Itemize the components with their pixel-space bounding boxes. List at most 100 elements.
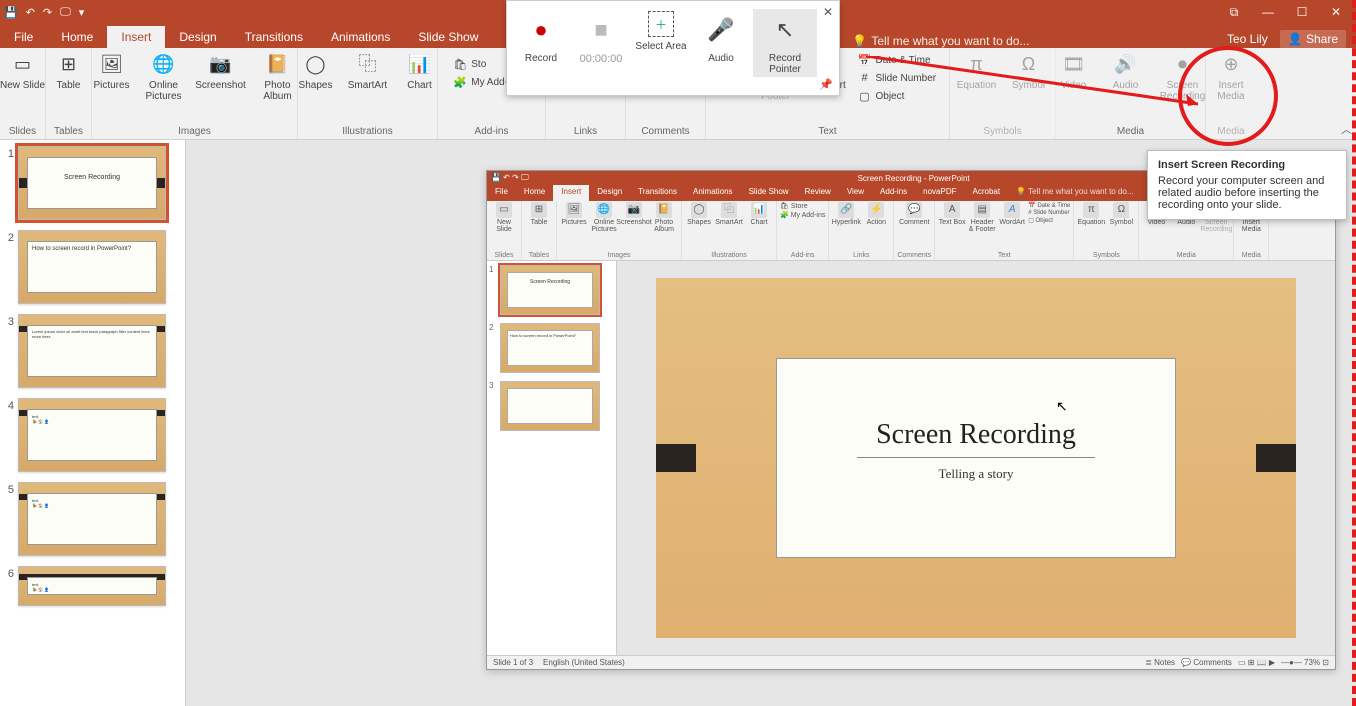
inner-tab-acrobat[interactable]: Acrobat <box>965 185 1009 201</box>
slide-thumbnail-2[interactable]: How to screen record in PowerPoint? <box>18 230 166 304</box>
online-pictures-button[interactable]: 🌐Online Pictures <box>140 52 188 102</box>
inner-window-title: Screen Recording - PowerPoint <box>858 174 970 183</box>
slide-thumbnail-6[interactable]: text🦆 🏠 👤 <box>18 566 166 606</box>
thumb-num: 6 <box>4 566 14 580</box>
insert-media-button[interactable]: ⊕Insert Media <box>1207 52 1255 102</box>
group-images-label: Images <box>98 126 291 139</box>
group-media-label: Media <box>1062 126 1199 139</box>
tab-slide-show[interactable]: Slide Show <box>404 26 492 48</box>
redo-icon[interactable]: ↷ <box>43 6 52 19</box>
inner-tab-slideshow[interactable]: Slide Show <box>741 185 797 201</box>
inner-thumbnail-pane[interactable]: 1Screen Recording 2How to screen record … <box>487 261 617 655</box>
audio-button[interactable]: 🔊Audio <box>1102 52 1150 91</box>
ribbon-display-options-icon[interactable]: ⧉ <box>1218 2 1250 22</box>
rec-pin-icon[interactable]: 📌 <box>819 78 833 91</box>
collapse-ribbon-icon[interactable]: ︿ <box>1341 121 1352 137</box>
inner-tab-view[interactable]: View <box>839 185 872 201</box>
inner-thumb-2[interactable]: How to screen record in PowerPoint? <box>500 323 600 373</box>
slide-title: Screen Recording <box>777 359 1175 451</box>
rec-timer: 00:00:00 <box>580 53 623 65</box>
inner-tab-home[interactable]: Home <box>516 185 553 201</box>
inner-slide-canvas[interactable]: Screen Recording Telling a story ↖ <box>617 261 1335 655</box>
screen-recording-button[interactable]: ⏺Screen Recording <box>1154 52 1212 102</box>
group-addins-label: Add-ins <box>444 126 539 139</box>
audio-icon: 🔊 <box>1113 52 1139 78</box>
insert-media-icon: ⊕ <box>1218 52 1244 78</box>
undo-icon[interactable]: ↶ <box>26 6 35 19</box>
tell-me-search[interactable]: 💡 Tell me what you want to do... <box>852 34 1029 48</box>
symbol-button[interactable]: ΩSymbol <box>1005 52 1053 91</box>
pictures-button[interactable]: 🖼Pictures <box>88 52 136 91</box>
view-buttons[interactable]: ▭ ⊞ 📖 ▶ <box>1238 658 1275 667</box>
select-area-button[interactable]: ＋Select Area <box>633 9 689 54</box>
slide-counter: Slide 1 of 3 <box>493 658 533 667</box>
rec-close-icon[interactable]: ✕ <box>823 5 833 19</box>
screenshot-icon: 📷 <box>208 52 234 78</box>
inner-tab-addins[interactable]: Add-ins <box>872 185 915 201</box>
new-slide-icon: ▭ <box>10 52 36 78</box>
chart-button[interactable]: 📊Chart <box>396 52 444 91</box>
inner-tab-novapdf[interactable]: novaPDF <box>915 185 964 201</box>
inner-tab-animations[interactable]: Animations <box>685 185 741 201</box>
quick-access-toolbar: 💾 ↶ ↷ 🖵 ▾ <box>4 6 84 19</box>
object-button[interactable]: ▢Object <box>856 88 956 104</box>
shapes-button[interactable]: ◯Shapes <box>292 52 340 91</box>
date-time-button[interactable]: 📅Date & Time <box>856 52 956 68</box>
tab-file[interactable]: File <box>0 26 47 48</box>
save-icon[interactable]: 💾 <box>4 6 18 19</box>
equation-button[interactable]: πEquation <box>953 52 1001 91</box>
slide-thumbnail-pane[interactable]: 1 Screen Recording 2 How to screen recor… <box>0 140 186 706</box>
inner-tab-file[interactable]: File <box>487 185 516 201</box>
audio-toggle-button[interactable]: 🎤Audio <box>693 9 749 66</box>
tab-insert[interactable]: Insert <box>107 26 165 48</box>
photo-album-icon: 📔 <box>265 52 291 78</box>
slide-thumbnail-4[interactable]: text🦆 🏠 👤 <box>18 398 166 472</box>
new-slide-button[interactable]: ▭New Slide <box>0 52 47 91</box>
inner-thumb-1[interactable]: Screen Recording <box>500 265 600 315</box>
tab-transitions[interactable]: Transitions <box>231 26 317 48</box>
slide-number-button[interactable]: #Slide Number <box>856 70 956 86</box>
group-slides-label: Slides <box>6 126 39 139</box>
current-slide: Screen Recording Telling a story ↖ <box>656 278 1296 638</box>
smartart-icon: ⿻ <box>355 52 381 78</box>
tab-design[interactable]: Design <box>165 26 230 48</box>
notes-toggle[interactable]: ≣ Notes <box>1145 658 1175 667</box>
pictures-icon: 🖼 <box>99 52 125 78</box>
user-name[interactable]: Teo Lily <box>1227 32 1268 46</box>
comments-toggle[interactable]: 💬 Comments <box>1181 658 1232 667</box>
mouse-cursor-icon: ↖ <box>1056 398 1068 415</box>
inner-tab-insert[interactable]: Insert <box>553 185 589 201</box>
inner-tab-design[interactable]: Design <box>589 185 630 201</box>
group-tables-label: Tables <box>52 126 85 139</box>
inner-tab-transitions[interactable]: Transitions <box>630 185 685 201</box>
customize-qat-icon[interactable]: ▾ <box>79 6 85 19</box>
group-media2-label: Media <box>1212 126 1250 139</box>
tab-home[interactable]: Home <box>47 26 107 48</box>
inner-thumb-3[interactable] <box>500 381 600 431</box>
screen-recording-toolbar: ✕ 📌 ●Record ■00:00:00 ＋Select Area 🎤Audi… <box>506 0 840 96</box>
slide-thumbnail-1[interactable]: Screen Recording <box>18 146 166 220</box>
screen-recording-icon: ⏺ <box>1170 52 1196 78</box>
start-from-beginning-icon[interactable]: 🖵 <box>60 6 71 19</box>
microphone-icon: 🎤 <box>702 11 740 49</box>
close-button[interactable]: ✕ <box>1320 2 1352 22</box>
screenshot-button[interactable]: 📷Screenshot <box>192 52 250 91</box>
slide-thumbnail-3[interactable]: Lorem ipsum dolor sit amet text block pa… <box>18 314 166 388</box>
maximize-button[interactable]: ☐ <box>1286 2 1318 22</box>
smartart-button[interactable]: ⿻SmartArt <box>344 52 392 91</box>
minimize-button[interactable]: — <box>1252 2 1284 22</box>
slide-thumbnail-5[interactable]: text🦆 🏠 👤 <box>18 482 166 556</box>
record-pointer-button[interactable]: ↖Record Pointer <box>753 9 817 77</box>
select-area-icon: ＋ <box>648 11 674 37</box>
inner-tab-review[interactable]: Review <box>797 185 839 201</box>
tab-animations[interactable]: Animations <box>317 26 404 48</box>
slide-number-icon: # <box>858 71 872 85</box>
table-button[interactable]: ⊞Table <box>45 52 93 91</box>
language-indicator[interactable]: English (United States) <box>543 658 625 667</box>
share-button[interactable]: 👤 Share <box>1280 30 1346 48</box>
record-button[interactable]: ●Record <box>513 9 569 66</box>
group-symbols-label: Symbols <box>956 126 1049 139</box>
video-button[interactable]: 🎞Video <box>1050 52 1098 91</box>
zoom-slider[interactable]: —●— 73% ⊡ <box>1281 658 1329 667</box>
shapes-icon: ◯ <box>303 52 329 78</box>
